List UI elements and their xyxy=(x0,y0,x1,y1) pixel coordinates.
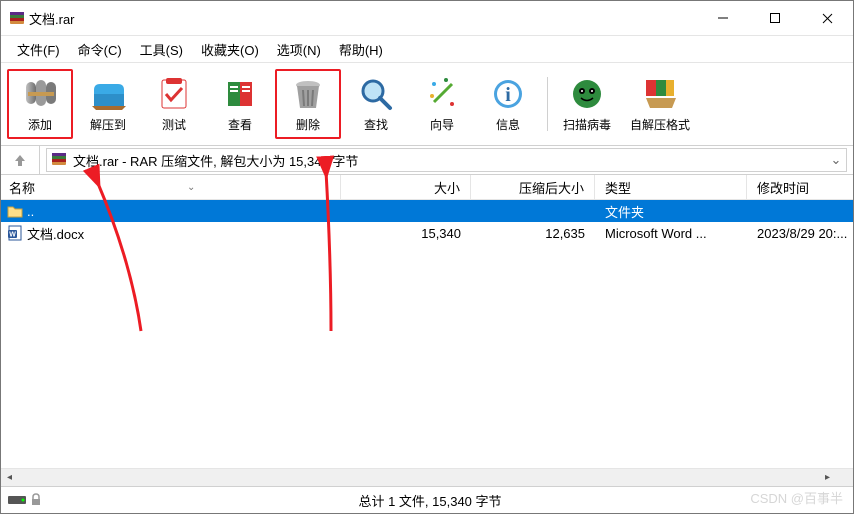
wizard-button[interactable]: 向导 xyxy=(411,71,473,137)
delete-icon xyxy=(290,76,326,112)
find-label: 查找 xyxy=(364,116,388,133)
chevron-down-icon[interactable]: ⌄ xyxy=(826,152,846,168)
watermark: CSDN @百事半 xyxy=(750,488,843,507)
item-name: 文档.docx xyxy=(27,224,84,243)
extract-button[interactable]: 解压到 xyxy=(77,71,139,137)
find-icon xyxy=(358,76,394,112)
col-name[interactable]: 名称 xyxy=(1,175,341,199)
view-button[interactable]: 查看 xyxy=(209,71,271,137)
delete-button[interactable]: 删除 xyxy=(275,69,341,139)
docx-icon: W xyxy=(7,225,23,241)
menu-file[interactable]: 文件(F) xyxy=(17,40,60,59)
item-type: 文件夹 xyxy=(595,202,747,221)
item-name: .. xyxy=(27,204,34,219)
menu-cmd[interactable]: 命令(C) xyxy=(78,40,122,59)
title-bar: 文档.rar xyxy=(1,1,853,36)
scroll-right-icon[interactable]: ▸ xyxy=(819,469,836,486)
col-type[interactable]: 类型 xyxy=(595,175,747,199)
horizontal-scrollbar[interactable]: ◂ ▸ xyxy=(1,468,836,486)
view-label: 查看 xyxy=(228,116,252,133)
item-packed: 12,635 xyxy=(471,226,595,241)
winrar-icon-small xyxy=(51,151,67,170)
test-label: 测试 xyxy=(162,116,186,133)
view-icon xyxy=(222,76,258,112)
menu-opt[interactable]: 选项(N) xyxy=(277,40,321,59)
sfx-button[interactable]: 自解压格式 xyxy=(622,71,698,137)
status-bar: 总计 1 文件, 15,340 字节 xyxy=(1,486,853,513)
up-button[interactable] xyxy=(1,146,40,174)
path-text: 文档.rar - RAR 压缩文件, 解包大小为 15,340 字节 xyxy=(73,151,358,170)
scan-button[interactable]: 扫描病毒 xyxy=(556,71,618,137)
add-icon xyxy=(22,76,58,112)
col-size[interactable]: 大小 xyxy=(341,175,471,199)
scroll-corner xyxy=(836,468,853,486)
svg-text:W: W xyxy=(9,232,16,239)
wizard-label: 向导 xyxy=(430,116,454,133)
sfx-icon xyxy=(642,76,678,112)
toolbar-separator xyxy=(547,77,548,131)
lock-icon xyxy=(29,493,43,507)
find-button[interactable]: 查找 xyxy=(345,71,407,137)
address-bar[interactable]: 文档.rar - RAR 压缩文件, 解包大小为 15,340 字节 ⌄ xyxy=(46,148,847,172)
sfx-label: 自解压格式 xyxy=(630,116,690,133)
list-item-file[interactable]: W 文档.docx 15,340 12,635 Microsoft Word ..… xyxy=(1,222,853,244)
delete-label: 删除 xyxy=(296,116,320,133)
wizard-icon xyxy=(424,76,460,112)
toolbar: 添加 解压到 测试 查看 删除 查找 向导 i 信息 xyxy=(1,63,853,146)
path-bar: 文档.rar - RAR 压缩文件, 解包大小为 15,340 字节 ⌄ xyxy=(1,146,853,175)
file-list: .. 文件夹 W 文档.docx 15,340 12,635 Microsoft … xyxy=(1,200,853,486)
menu-bar: 文件(F) 命令(C) 工具(S) 收藏夹(O) 选项(N) 帮助(H) xyxy=(1,36,853,63)
menu-tool[interactable]: 工具(S) xyxy=(140,40,183,59)
menu-fav[interactable]: 收藏夹(O) xyxy=(201,40,259,59)
window-title: 文档.rar xyxy=(29,9,75,28)
info-label: 信息 xyxy=(496,116,520,133)
test-button[interactable]: 测试 xyxy=(143,71,205,137)
test-icon xyxy=(156,76,192,112)
col-packed[interactable]: 压缩后大小 xyxy=(471,175,595,199)
status-text: 总计 1 文件, 15,340 字节 xyxy=(67,491,793,510)
column-headers: 名称 ⌄ 大小 压缩后大小 类型 修改时间 xyxy=(1,175,853,200)
extract-icon xyxy=(90,76,126,112)
item-date: 2023/8/29 20:... xyxy=(747,226,853,241)
col-date[interactable]: 修改时间 xyxy=(747,175,853,199)
minimize-button[interactable] xyxy=(697,2,749,34)
list-item-parent[interactable]: .. 文件夹 xyxy=(1,200,853,222)
info-button[interactable]: i 信息 xyxy=(477,71,539,137)
extract-label: 解压到 xyxy=(90,116,126,133)
status-icons xyxy=(1,493,67,507)
svg-text:i: i xyxy=(505,84,511,106)
add-label: 添加 xyxy=(28,116,52,133)
drive-icon xyxy=(7,493,27,507)
menu-help[interactable]: 帮助(H) xyxy=(339,40,383,59)
scroll-left-icon[interactable]: ◂ xyxy=(1,469,18,486)
scan-label: 扫描病毒 xyxy=(563,116,611,133)
maximize-button[interactable] xyxy=(749,2,801,34)
info-icon: i xyxy=(490,76,526,112)
add-button[interactable]: 添加 xyxy=(7,69,73,139)
folder-icon xyxy=(7,204,23,218)
item-size: 15,340 xyxy=(341,226,471,241)
winrar-icon xyxy=(9,10,25,26)
item-type: Microsoft Word ... xyxy=(595,226,747,241)
scan-icon xyxy=(569,76,605,112)
close-button[interactable] xyxy=(801,2,853,34)
sort-indicator-icon: ⌄ xyxy=(187,182,195,193)
